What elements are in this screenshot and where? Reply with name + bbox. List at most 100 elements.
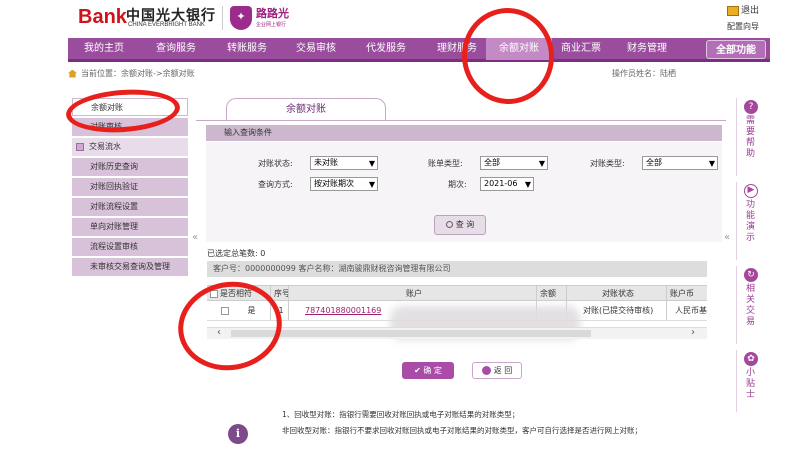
query-mode-select[interactable]: 按对账期次 ▼: [310, 177, 378, 191]
query-button-label: 查 询: [455, 220, 475, 229]
selected-label: 已选定总笔数:: [207, 249, 258, 258]
row-currency: 人民币基: [675, 306, 707, 315]
sidebar-item-receipt-verify[interactable]: 对账回执验证: [72, 178, 188, 196]
query-mode-value: 按对账期次: [314, 179, 354, 188]
exit-button[interactable]: 退出: [727, 3, 759, 16]
sidebar-section-transactions[interactable]: 交易流水: [72, 138, 188, 156]
customer-info-bar: 客户号：0000000099 客户名称：湖南骏鼎财税咨询管理有限公司: [207, 261, 707, 277]
info-icon: i: [228, 424, 248, 444]
period-label: 期次:: [448, 180, 467, 189]
check-icon: ✔: [414, 366, 421, 375]
nav-item-home[interactable]: 我的主页: [68, 38, 140, 60]
note-line-1: 1、回收型对账：指银行需要回收对账回执或电子对账结果的对账类型；: [282, 410, 520, 419]
status-label: 对账状态:: [258, 159, 293, 168]
chevron-down-icon: ▼: [368, 180, 375, 189]
config-guide-link[interactable]: 配置向导: [727, 21, 759, 32]
sidebar-item-flow-settings[interactable]: 对账流程设置: [72, 198, 188, 216]
breadcrumb-text: 当前位置：余额对账->余额对账: [81, 69, 195, 78]
status-select[interactable]: 未对账 ▼: [310, 156, 378, 170]
header-account: 账户: [289, 286, 537, 300]
main-nav: 我的主页 查询服务 转账服务 交易审核 代发服务 理财服务 余额对账 商业汇票 …: [68, 38, 770, 62]
help-icon: ?: [744, 100, 758, 114]
tips-label: 小贴士: [745, 368, 755, 400]
header-currency: 账户币: [670, 289, 694, 298]
nav-item-query[interactable]: 查询服务: [140, 38, 212, 60]
sub-brand-logo: ✦ 路路光 企业网上银行: [230, 4, 302, 32]
sidebar-item-flow-review[interactable]: 流程设置审核: [72, 238, 188, 256]
period-value: 2021-06: [484, 179, 518, 188]
chevron-down-icon: ▼: [708, 159, 715, 168]
nav-item-finance[interactable]: 财务管理: [616, 38, 678, 60]
demo-label: 功能演示: [745, 200, 755, 243]
row-status: 对账(已提交待审核): [567, 301, 667, 320]
confirm-button-label: 确 定: [423, 366, 442, 375]
exit-label: 退出: [741, 6, 760, 16]
period-select[interactable]: 2021-06 ▼: [480, 177, 534, 191]
horizontal-scrollbar[interactable]: ‹ ›: [207, 327, 707, 339]
collapse-left-icon[interactable]: «: [192, 232, 198, 243]
note-line-2: 非回收型对账：指银行不要求回收对账回执或电子对账结果的对账类型，客户可自行选择是…: [282, 426, 642, 435]
play-icon: ▶: [744, 184, 758, 198]
sidebar-item-history[interactable]: 对账历史查询: [72, 158, 188, 176]
sidebar-item-one-way[interactable]: 单向对账管理: [72, 218, 188, 236]
selected-count-value: 0: [260, 249, 266, 258]
table-header: 是否相符 序号 账户 余额 对账状态 账户币: [207, 285, 707, 301]
nav-item-transfer[interactable]: 转账服务: [212, 38, 282, 60]
query-button[interactable]: 查 询: [434, 215, 486, 235]
bill-type-select[interactable]: 全部 ▼: [480, 156, 548, 170]
recon-type-value: 全部: [646, 158, 662, 167]
logo-divider: [222, 6, 223, 30]
back-icon: [481, 366, 491, 375]
bank-name-en: CHINA EVERBRIGHT BANK: [128, 22, 205, 28]
recon-type-label: 对账类型:: [590, 159, 625, 168]
bill-type-label: 账单类型:: [428, 159, 463, 168]
sub-brand-name: 路路光: [256, 7, 289, 20]
all-functions-button[interactable]: 全部功能: [706, 40, 766, 59]
operator-name: 操作员姓名：陆栖: [612, 69, 676, 78]
section-box-icon: [76, 142, 84, 151]
header-status: 对账状态: [567, 286, 667, 300]
home-icon: [68, 69, 77, 78]
scrollbar-thumb[interactable]: [231, 330, 591, 337]
scroll-right-icon[interactable]: ›: [691, 327, 695, 338]
header-index: 序号: [271, 286, 289, 300]
demo-button[interactable]: ▶ 功能演示: [736, 182, 764, 260]
search-icon: [445, 221, 453, 228]
refresh-icon: ↻: [744, 268, 758, 282]
query-mode-label: 查询方式:: [258, 180, 293, 189]
exit-icon: [727, 5, 739, 16]
help-button[interactable]: ? 需要帮助: [736, 98, 764, 176]
sub-brand-tagline: 企业网上银行: [256, 22, 287, 28]
chevron-down-icon: ▼: [524, 180, 531, 189]
right-help-panel: ? 需要帮助 ▶ 功能演示 ↻ 相关交易 ✿ 小贴士: [736, 98, 764, 418]
recon-type-select[interactable]: 全部 ▼: [642, 156, 718, 170]
sidebar-item-unreviewed[interactable]: 未审核交易查询及管理: [72, 258, 188, 276]
shield-icon: ✦: [230, 6, 252, 30]
status-value: 未对账: [314, 158, 338, 167]
nav-item-review[interactable]: 交易审核: [282, 38, 350, 60]
tab-underline: [196, 120, 726, 121]
back-button-label: 返 回: [493, 366, 513, 375]
bank-logo-mark: Bank: [78, 6, 127, 28]
tips-button[interactable]: ✿ 小贴士: [736, 350, 764, 412]
back-button[interactable]: 返 回: [472, 362, 522, 379]
tips-icon: ✿: [744, 352, 758, 366]
confirm-button[interactable]: ✔ 确 定: [402, 362, 454, 379]
help-label: 需要帮助: [745, 116, 755, 159]
chevron-down-icon: ▼: [368, 159, 375, 168]
query-section-title: 输入查询条件: [206, 125, 722, 141]
chevron-down-icon: ▼: [538, 159, 545, 168]
tab-balance-reconciliation[interactable]: 余额对账: [226, 98, 386, 120]
breadcrumb: 当前位置：余额对账->余额对账: [68, 68, 195, 79]
header-balance: 余额: [537, 286, 567, 300]
related-label: 相关交易: [745, 284, 755, 327]
account-link[interactable]: 787401880001169: [305, 306, 381, 315]
sidebar-section-label: 交易流水: [89, 142, 121, 151]
top-header: Bank 中国光大银行 CHINA EVERBRIGHT BANK ✦ 路路光 …: [0, 0, 800, 38]
bill-type-value: 全部: [484, 158, 500, 167]
nav-item-commercial-bills[interactable]: 商业汇票: [552, 38, 610, 60]
related-transactions-button[interactable]: ↻ 相关交易: [736, 266, 764, 344]
collapse-right-icon[interactable]: «: [724, 232, 730, 243]
selected-count: 已选定总笔数: 0: [207, 248, 265, 259]
nav-item-payroll[interactable]: 代发服务: [350, 38, 422, 60]
